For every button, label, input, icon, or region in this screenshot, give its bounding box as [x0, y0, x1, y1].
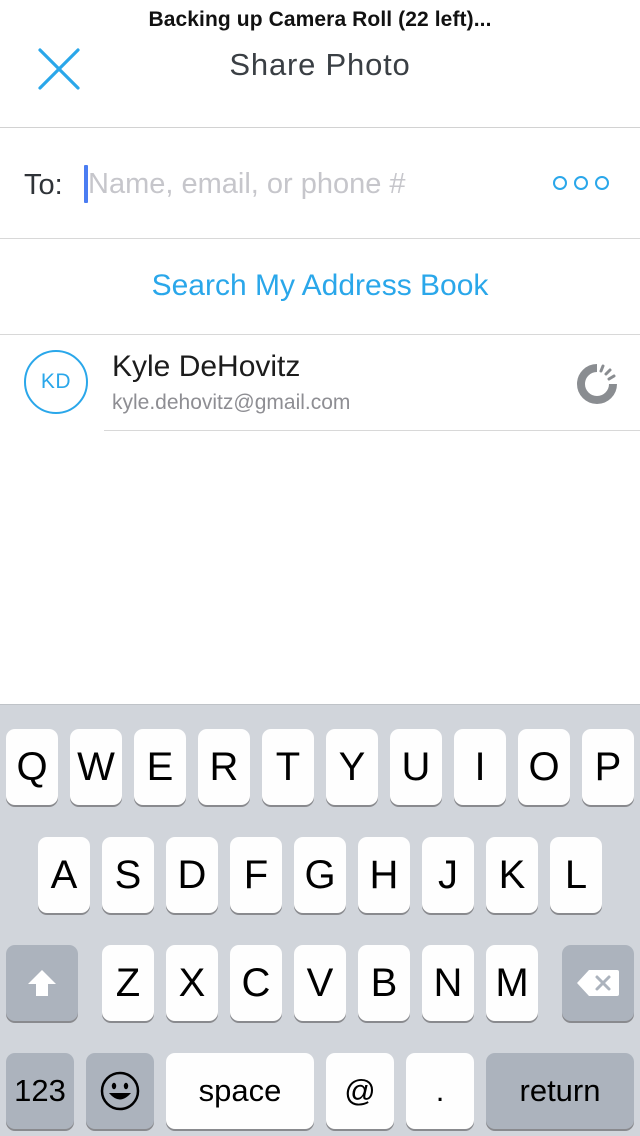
key-h[interactable]: H — [358, 837, 410, 913]
key-g[interactable]: G — [294, 837, 346, 913]
search-address-book-link[interactable]: Search My Address Book — [152, 269, 489, 303]
more-options-button[interactable] — [553, 172, 609, 194]
key-b[interactable]: B — [358, 945, 410, 1021]
key-a[interactable]: A — [38, 837, 90, 913]
key-u[interactable]: U — [390, 729, 442, 805]
period-key[interactable]: . — [406, 1053, 474, 1129]
return-key[interactable]: return — [486, 1053, 634, 1129]
page-title: Share Photo — [229, 47, 411, 82]
key-i[interactable]: I — [454, 729, 506, 805]
key-w[interactable]: W — [70, 729, 122, 805]
key-j[interactable]: J — [422, 837, 474, 913]
more-icon-dot — [553, 176, 567, 190]
contact-email: kyle.dehovitz@gmail.com — [112, 391, 351, 414]
more-icon-dot — [595, 176, 609, 190]
recipient-row: To: — [0, 128, 640, 239]
emoji-key[interactable] — [86, 1053, 154, 1129]
key-o[interactable]: O — [518, 729, 570, 805]
key-n[interactable]: N — [422, 945, 474, 1021]
key-s[interactable]: S — [102, 837, 154, 913]
shift-key[interactable] — [6, 945, 78, 1021]
text-caret — [84, 165, 88, 203]
space-key[interactable]: space — [166, 1053, 314, 1129]
contact-row[interactable]: KD Kyle DeHovitz kyle.dehovitz@gmail.com — [0, 335, 640, 431]
status-banner: Backing up Camera Roll (22 left)... — [0, 0, 640, 40]
shift-icon — [28, 970, 56, 996]
numbers-key[interactable]: 123 — [6, 1053, 74, 1129]
key-f[interactable]: F — [230, 837, 282, 913]
recipient-input[interactable] — [84, 162, 514, 206]
at-key[interactable]: @ — [326, 1053, 394, 1129]
divider — [104, 430, 640, 431]
key-d[interactable]: D — [166, 837, 218, 913]
status-text: Backing up Camera Roll (22 left)... — [148, 8, 492, 31]
backspace-icon — [577, 970, 619, 996]
key-m[interactable]: M — [486, 945, 538, 1021]
key-e[interactable]: E — [134, 729, 186, 805]
loading-spinner-icon — [577, 364, 617, 404]
key-l[interactable]: L — [550, 837, 602, 913]
contact-name: Kyle DeHovitz — [112, 350, 301, 383]
address-book-row: Search My Address Book — [0, 239, 640, 335]
keyboard: Q W E R T Y U I O P A S D F G H J K L Z … — [0, 704, 640, 1136]
key-x[interactable]: X — [166, 945, 218, 1021]
backspace-key[interactable] — [562, 945, 634, 1021]
more-icon-dot — [574, 176, 588, 190]
key-z[interactable]: Z — [102, 945, 154, 1021]
to-label: To: — [24, 169, 63, 201]
key-c[interactable]: C — [230, 945, 282, 1021]
key-p[interactable]: P — [582, 729, 634, 805]
emoji-icon — [100, 1071, 140, 1111]
key-r[interactable]: R — [198, 729, 250, 805]
key-y[interactable]: Y — [326, 729, 378, 805]
nav-bar: Share Photo — [0, 40, 640, 128]
key-v[interactable]: V — [294, 945, 346, 1021]
key-k[interactable]: K — [486, 837, 538, 913]
avatar: KD — [24, 350, 88, 414]
key-q[interactable]: Q — [6, 729, 58, 805]
key-t[interactable]: T — [262, 729, 314, 805]
